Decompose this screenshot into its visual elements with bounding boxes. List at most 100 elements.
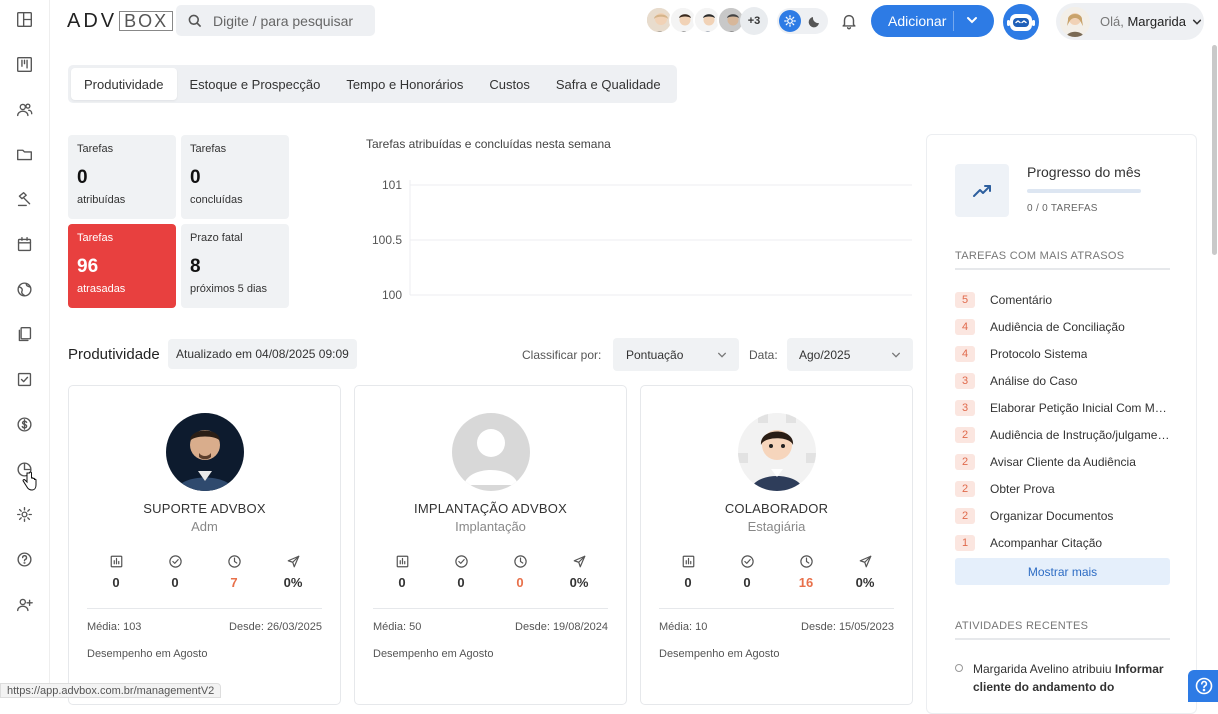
date-value: Ago/2025 [799, 347, 851, 362]
stat-card-overdue[interactable]: Tarefas 96 atrasadas [68, 224, 176, 308]
tab-safra-qualidade[interactable]: Safra e Qualidade [543, 68, 674, 100]
dashboard-tabs: Produtividade Estoque e Prospecção Tempo… [68, 65, 677, 103]
stat-card-assigned[interactable]: Tarefas 0 atribuídas [68, 135, 176, 219]
check-circle-icon [740, 555, 754, 568]
help-icon[interactable] [13, 548, 35, 570]
late-task-item[interactable]: 1 Acompanhar Citação [955, 529, 1170, 556]
late-task-item[interactable]: 2 Audiência de Instrução/julgamento [955, 421, 1170, 448]
stat-title: Tarefas [77, 232, 114, 244]
date-label: Data: [749, 348, 778, 362]
user-greeting: Olá, Margarida [1100, 14, 1186, 29]
late-task-item[interactable]: 4 Audiência de Conciliação [955, 313, 1170, 340]
late-task-item[interactable]: 2 Organizar Documentos [955, 502, 1170, 529]
documents-icon[interactable] [13, 323, 35, 345]
person-since: Desde: 15/05/2023 [801, 621, 894, 633]
person-name: IMPLANTAÇÃO ADVBOX [414, 501, 567, 516]
late-task-item[interactable]: 5 Comentário [955, 286, 1170, 313]
chart-grid [409, 180, 912, 296]
metric-score: 0 [87, 554, 145, 594]
hand-cursor-icon [22, 471, 37, 491]
settings-icon[interactable] [13, 503, 35, 525]
chart-y-tick-label: 101 [382, 178, 402, 192]
user-menu[interactable]: Olá, Margarida [1056, 3, 1204, 40]
show-more-button[interactable]: Mostrar mais [955, 558, 1170, 585]
late-count-badge: 3 [955, 372, 975, 389]
moon-icon[interactable] [807, 13, 823, 29]
search-input[interactable]: Digite / para pesquisar [176, 5, 375, 36]
notifications-bell-icon[interactable] [840, 12, 858, 30]
clock-icon [513, 555, 527, 568]
late-task-label: Comentário [990, 292, 1053, 307]
late-task-item[interactable]: 3 Elaborar Petição Inicial Com Modelo [955, 394, 1170, 421]
sun-icon[interactable] [779, 10, 801, 32]
sort-label: Classificar por: [522, 348, 602, 362]
user-name: Margarida [1127, 14, 1186, 29]
more-avatars-badge[interactable]: +3 [740, 7, 768, 35]
person-role: Implantação [455, 519, 526, 534]
metric-overdue: 7 [205, 554, 263, 594]
contacts-icon[interactable] [13, 98, 35, 120]
folder-icon[interactable] [13, 143, 35, 165]
metric-value: 0 [112, 575, 120, 590]
tab-custos[interactable]: Custos [476, 68, 542, 100]
chart-bar-icon [682, 555, 694, 568]
advbox-logo[interactable]: ADV BOX [67, 10, 174, 32]
tasks-icon[interactable] [13, 368, 35, 390]
globe-icon[interactable] [13, 278, 35, 300]
status-url: https://app.advbox.com.br/managementV2 [0, 683, 222, 698]
dashboard-icon[interactable] [13, 8, 35, 30]
progress-bar [1027, 189, 1141, 193]
page-scrollbar[interactable] [1212, 45, 1217, 255]
chevron-down-icon [1192, 19, 1202, 25]
stat-subtitle: concluídas [190, 194, 243, 206]
date-select[interactable]: Ago/2025 [787, 338, 913, 371]
activity-item[interactable]: Margarida Avelino atribuiu Informar clie… [955, 660, 1170, 696]
stat-card-deadline[interactable]: Prazo fatal 8 próximos 5 dias [181, 224, 289, 308]
add-button-divider [953, 11, 954, 31]
theme-toggle[interactable] [777, 8, 828, 34]
person-card[interactable]: COLABORADOR Estagiária 0 0 16 0% Média: … [640, 385, 913, 705]
add-button[interactable]: Adicionar [871, 5, 994, 37]
chevron-down-icon [718, 352, 726, 358]
chart-bar-icon [110, 555, 122, 568]
person-card[interactable]: SUPORTE ADVBOX Adm 0 0 7 0% Média: 103 D… [68, 385, 341, 705]
tab-produtividade[interactable]: Produtividade [71, 68, 177, 100]
card-divider [373, 608, 608, 609]
avatar [1060, 6, 1090, 37]
person-name: SUPORTE ADVBOX [143, 501, 266, 516]
clock-icon [227, 555, 241, 568]
metric-value: 0 [743, 575, 751, 590]
person-performance-label: Desempenho em Agosto [373, 648, 494, 660]
tab-estoque-prospeccao[interactable]: Estoque e Prospecção [177, 68, 334, 100]
stat-value: 8 [190, 256, 201, 277]
updated-badge: Atualizado em 04/08/2025 09:09 [168, 339, 357, 369]
stat-title: Tarefas [77, 143, 114, 155]
sort-select[interactable]: Pontuação [613, 338, 739, 371]
stat-card-completed[interactable]: Tarefas 0 concluídas [181, 135, 289, 219]
assistant-robot-icon[interactable] [1003, 4, 1039, 40]
heading-divider [955, 268, 1170, 270]
late-count-badge: 4 [955, 345, 975, 362]
card-divider [659, 608, 894, 609]
late-task-item[interactable]: 2 Obter Prova [955, 475, 1170, 502]
chevron-down-icon[interactable] [966, 14, 978, 26]
stat-value: 0 [77, 167, 88, 188]
late-count-badge: 1 [955, 534, 975, 551]
late-task-item[interactable]: 2 Avisar Cliente da Audiência [955, 448, 1170, 475]
gavel-icon[interactable] [13, 188, 35, 210]
calendar-icon[interactable] [13, 233, 35, 255]
late-count-badge: 2 [955, 426, 975, 443]
tab-tempo-honorarios[interactable]: Tempo e Honorários [333, 68, 476, 100]
person-performance-label: Desempenho em Agosto [87, 648, 208, 660]
check-circle-icon [168, 555, 182, 568]
person-since: Desde: 26/03/2025 [229, 621, 322, 633]
avatar [166, 413, 244, 491]
finance-icon[interactable] [13, 413, 35, 435]
help-chat-button[interactable] [1188, 670, 1218, 702]
add-user-icon[interactable] [13, 593, 35, 615]
stat-subtitle: atrasadas [77, 283, 126, 295]
person-card[interactable]: IMPLANTAÇÃO ADVBOX Implantação 0 0 0 0% … [354, 385, 627, 705]
late-task-item[interactable]: 4 Protocolo Sistema [955, 340, 1170, 367]
late-task-item[interactable]: 3 Análise do Caso [955, 367, 1170, 394]
kanban-icon[interactable] [13, 53, 35, 75]
